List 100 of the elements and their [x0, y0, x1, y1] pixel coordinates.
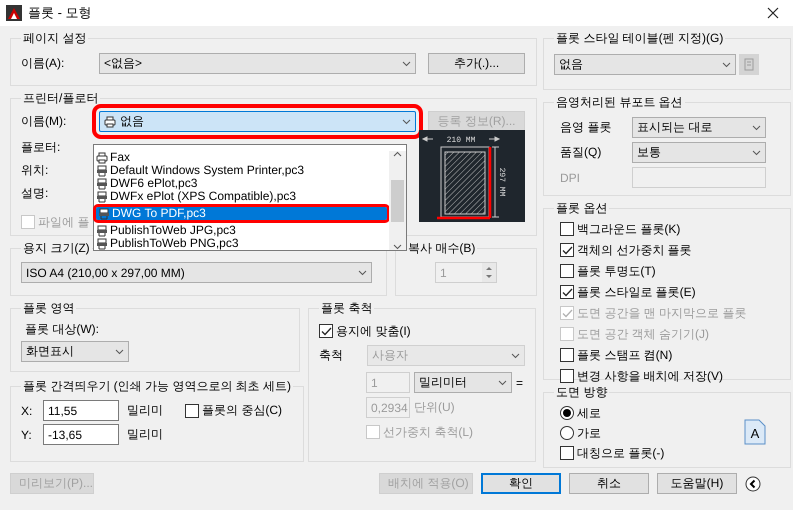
scroll-down-icon[interactable]	[393, 244, 402, 250]
chevron-down-icon	[722, 62, 731, 68]
chevron-down-icon	[358, 270, 367, 276]
field-label: X:	[21, 404, 34, 418]
checkbox-label: 도면 공간 객체 숨기기(J)	[577, 326, 709, 342]
dropdown-option[interactable]: DWG To PDF,pc3	[96, 207, 387, 220]
checkbox[interactable]	[560, 222, 574, 236]
dropdown-option[interactable]: PublishToWeb PNG,pc3	[94, 237, 389, 250]
dimension-label: 210 MM	[446, 136, 476, 145]
chevron-down-icon	[115, 348, 124, 354]
group-title: 플롯 축척	[321, 301, 372, 315]
unit-label: 밀리미	[127, 402, 163, 419]
equals-sign: =	[516, 376, 524, 390]
chevron-down-icon	[402, 118, 411, 124]
dialog-button[interactable]: 도움말(H)	[657, 473, 737, 494]
radio-button[interactable]	[560, 406, 574, 420]
chevron-down-icon	[752, 150, 761, 156]
checkbox-label: 플롯 스탬프 켬(N)	[577, 346, 672, 364]
dropdown-option[interactable]: Fax	[94, 151, 389, 164]
checkbox-label: 도면 공간을 맨 마지막으로 플롯	[577, 304, 746, 322]
group-title: 프린터/플로터	[23, 91, 98, 105]
dialog-button[interactable]: 취소	[569, 473, 649, 494]
checkbox[interactable]	[560, 285, 574, 299]
dropdown-option[interactable]: Default Windows System Printer,pc3	[94, 164, 389, 177]
field-label: 플롯 대상(W):	[25, 321, 100, 338]
checkbox[interactable]	[185, 404, 199, 418]
chevron-down-icon	[498, 380, 507, 386]
radio-label: 가로	[577, 424, 601, 442]
group-title: 음영처리된 뷰포트 옵션	[556, 95, 683, 109]
app-logo-icon	[6, 5, 22, 21]
plot-style-dropdown[interactable]: 없음	[554, 54, 736, 75]
add-button[interactable]: 추가(.)...	[428, 53, 525, 74]
field-label: Y:	[21, 428, 33, 442]
checkbox-label: 변경 사항을 배치에 저장(V)	[577, 368, 723, 384]
scroll-up-icon[interactable]	[393, 151, 402, 157]
paper-size-dropdown[interactable]: ISO A4 (210,00 x 297,00 MM)	[21, 262, 372, 283]
page-setup-dropdown[interactable]: <없음>	[99, 53, 416, 74]
plot-area-dropdown[interactable]: 화면표시	[21, 341, 129, 362]
checkbox-label: 객체의 선가중치 플롯	[577, 242, 692, 258]
field-label: 위치:	[21, 162, 48, 179]
group-title: 플롯 스타일 테이블(펜 지정)(G)	[556, 31, 724, 45]
unit-dropdown[interactable]: 밀리미터	[414, 372, 512, 393]
portrait-page-icon: A	[744, 419, 766, 445]
shade-plot-dropdown[interactable]: 표시되는 대로	[632, 117, 766, 138]
group-title: 플롯 영역	[23, 301, 74, 315]
field-label: DPI	[559, 170, 582, 184]
plotter-icon	[96, 224, 108, 236]
field-label: 플로터:	[21, 139, 60, 156]
chevron-down-icon	[752, 124, 761, 130]
field-label: 음영 플롯	[559, 119, 612, 136]
window-title: 플롯 - 모형	[28, 4, 92, 22]
group-title: 플롯 간격띄우기 (인쇄 가능 영역으로의 최초 세트)	[23, 379, 291, 393]
dpi-input[interactable]	[632, 167, 766, 188]
dropdown-option[interactable]: DWFx ePlot (XPS Compatible),pc3	[94, 190, 389, 203]
close-icon[interactable]	[767, 7, 779, 19]
quality-dropdown[interactable]: 보통	[632, 142, 766, 163]
offset-input[interactable]: -13,65	[43, 424, 119, 445]
field-label: 축척	[319, 347, 344, 364]
field-label: 이름(M):	[21, 113, 68, 130]
field-label: 설명:	[21, 185, 48, 202]
plotter-icon	[96, 190, 108, 202]
checkbox[interactable]	[560, 264, 574, 278]
checkbox[interactable]	[560, 369, 574, 383]
dropdown-option[interactable]: DWF6 ePlot,pc3	[94, 177, 389, 190]
checkbox-label: 선가중치 축척(L)	[383, 424, 473, 440]
collapse-icon[interactable]	[745, 476, 761, 492]
checkmark-icon	[562, 308, 572, 318]
checkbox[interactable]	[319, 324, 333, 338]
scrollbar[interactable]	[389, 151, 406, 250]
checkbox-label: 플롯 스타일로 플롯(E)	[577, 284, 696, 300]
plotter-icon	[96, 178, 108, 190]
unit-label: 단위(U)	[414, 399, 455, 416]
group-title: 페이지 설정	[23, 31, 86, 45]
group-title: 용지 크기(Z)	[23, 241, 90, 255]
checkbox[interactable]	[560, 243, 574, 257]
chevron-down-icon	[402, 60, 411, 66]
offset-input[interactable]: 11,55	[43, 400, 119, 421]
group-title: 복사 매수(B)	[408, 241, 476, 255]
chevron-down-icon	[511, 352, 520, 358]
checkbox[interactable]	[560, 446, 574, 460]
dialog-button[interactable]: 확인	[481, 473, 561, 494]
field-label: 품질(Q)	[559, 144, 602, 161]
radio-dot	[563, 409, 571, 417]
unit-label: 밀리미	[127, 426, 163, 443]
dropdown-option[interactable]: PublishToWeb JPG,pc3	[94, 224, 389, 237]
checkmark-icon	[562, 246, 572, 254]
checkbox[interactable]	[560, 348, 574, 362]
checkbox-label: 플롯 투명도(T)	[577, 262, 656, 280]
checkbox-label: 플롯의 중심(C)	[202, 402, 282, 419]
plotter-icon	[98, 208, 110, 220]
plotter-icon	[96, 164, 108, 176]
checkbox-label: 용지에 맞춤(I)	[336, 322, 411, 340]
printer-icon	[96, 152, 108, 164]
printer-icon	[104, 116, 116, 128]
checkmark-icon	[320, 326, 332, 336]
dimension-label: 297 MM	[497, 168, 506, 196]
radio-button[interactable]	[560, 426, 574, 440]
checkbox-label: 백그라운드 플롯(K)	[577, 220, 680, 238]
spinner-arrows-icon[interactable]	[482, 263, 496, 282]
checkbox-label: 대칭으로 플롯(-)	[577, 444, 664, 462]
